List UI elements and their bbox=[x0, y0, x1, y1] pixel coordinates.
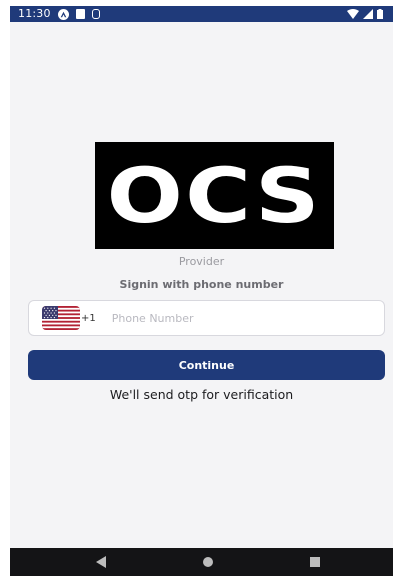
otp-note: We'll send otp for verification bbox=[109, 387, 294, 402]
wifi-icon bbox=[347, 9, 359, 19]
phone-field[interactable]: +1 bbox=[28, 300, 385, 336]
logo-text: OCS bbox=[106, 150, 323, 240]
recent-apps-icon[interactable] bbox=[310, 557, 320, 567]
us-flag-icon[interactable] bbox=[42, 306, 80, 330]
ocs-logo: OCS bbox=[95, 142, 334, 249]
country-code[interactable]: +1 bbox=[81, 313, 96, 324]
sd-card-icon bbox=[75, 9, 85, 19]
status-left: 11:30 bbox=[18, 6, 100, 22]
back-icon[interactable] bbox=[96, 556, 106, 568]
database-icon bbox=[91, 9, 100, 19]
status-bar: 11:30 bbox=[10, 6, 393, 22]
a-circle-icon bbox=[57, 8, 69, 20]
battery-icon bbox=[377, 9, 383, 19]
phone-number-input[interactable] bbox=[109, 310, 354, 326]
continue-button[interactable]: Continue bbox=[28, 350, 385, 380]
status-time: 11:30 bbox=[18, 7, 51, 20]
app-screen: 11:30 OCS Provider Signin with phone num… bbox=[10, 6, 393, 576]
signal-icon bbox=[363, 9, 373, 19]
home-icon[interactable] bbox=[203, 557, 213, 567]
status-right bbox=[347, 6, 383, 22]
signin-heading: Signin with phone number bbox=[119, 278, 284, 291]
navigation-bar bbox=[10, 548, 393, 576]
provider-label: Provider bbox=[178, 255, 225, 268]
